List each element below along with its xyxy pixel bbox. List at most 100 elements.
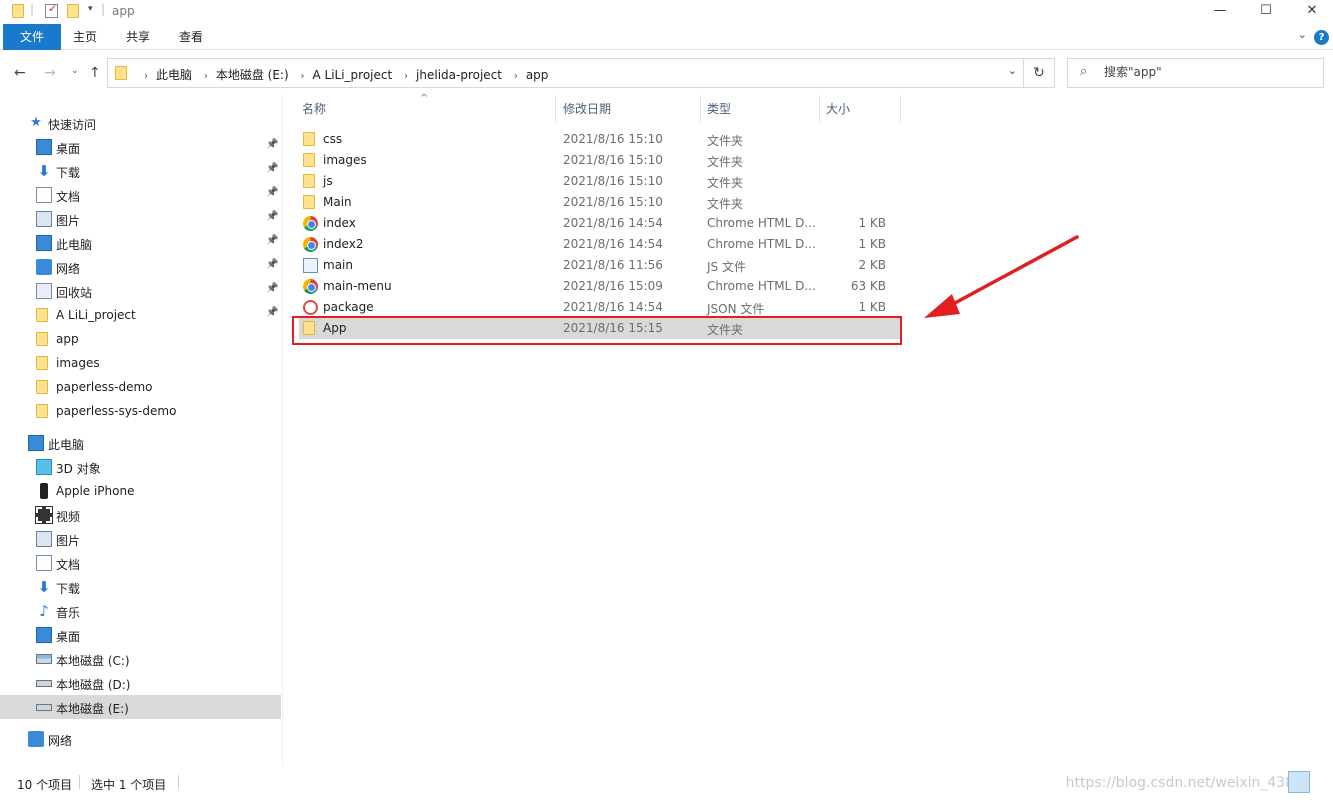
- sidebar-item-pc-0[interactable]: 3D 对象: [0, 455, 281, 479]
- download-icon: ⬇: [37, 162, 51, 180]
- address-bar[interactable]: › 此电脑 › 本地磁盘 (E:) › A LiLi_project › jhelida…: [107, 58, 1024, 88]
- sidebar-item-pc-1[interactable]: Apple iPhone: [0, 479, 281, 503]
- tab-share[interactable]: 共享: [117, 24, 159, 50]
- maximize-button[interactable]: ☐: [1243, 0, 1289, 24]
- pin-icon[interactable]: 📌: [266, 163, 278, 174]
- file-size: 1 KB: [858, 300, 886, 314]
- help-button[interactable]: ?: [1314, 30, 1329, 45]
- chrome-html-icon: [303, 279, 318, 294]
- breadcrumb-app[interactable]: app: [526, 68, 549, 82]
- column-header-size[interactable]: 大小: [820, 95, 901, 123]
- breadcrumb-drive-e[interactable]: 本地磁盘 (E:): [216, 68, 289, 82]
- file-row[interactable]: package 2021/8/16 14:54 JSON 文件 1 KB: [299, 297, 900, 318]
- sidebar-item-label: 图片: [56, 534, 81, 548]
- pin-icon[interactable]: 📌: [266, 211, 278, 222]
- divider: [178, 775, 179, 789]
- sidebar-item-quick-11[interactable]: paperless-sys-demo: [0, 399, 281, 423]
- file-date: 2021/8/16 14:54: [563, 216, 663, 230]
- file-name: main: [323, 258, 353, 272]
- new-folder-icon[interactable]: [67, 4, 79, 18]
- sidebar-item-label: 图片: [56, 214, 81, 228]
- breadcrumb-lili-project[interactable]: A LiLi_project: [312, 68, 392, 82]
- sidebar-quick-access[interactable]: ★ 快速访问: [0, 111, 281, 135]
- sidebar-item-label: paperless-sys-demo: [56, 404, 177, 418]
- folder-icon: [36, 332, 48, 346]
- file-row[interactable]: images 2021/8/16 15:10 文件夹: [299, 150, 900, 171]
- sidebar-item-quick-1[interactable]: ⬇ 下载 📌: [0, 159, 281, 183]
- sidebar-item-pc-10[interactable]: 本地磁盘 (E:): [0, 695, 281, 719]
- sidebar-item-label: 视频: [56, 510, 81, 524]
- sidebar-item-pc-3[interactable]: 图片: [0, 527, 281, 551]
- pin-icon[interactable]: 📌: [266, 259, 278, 270]
- sidebar-item-pc-5[interactable]: ⬇ 下载: [0, 575, 281, 599]
- sidebar-item-pc-2[interactable]: 视频: [0, 503, 281, 527]
- breadcrumb-this-pc[interactable]: 此电脑: [156, 68, 192, 82]
- computer-icon: [36, 235, 52, 251]
- breadcrumb-jhelida-project[interactable]: jhelida-project: [416, 68, 502, 82]
- sidebar-item-label: Apple iPhone: [56, 484, 135, 498]
- tab-file[interactable]: 文件: [3, 24, 61, 50]
- sidebar-item-quick-3[interactable]: 图片 📌: [0, 207, 281, 231]
- file-row[interactable]: Main 2021/8/16 15:10 文件夹: [299, 192, 900, 213]
- sidebar-item-pc-9[interactable]: 本地磁盘 (D:): [0, 671, 281, 695]
- sidebar-item-label: 回收站: [56, 286, 93, 300]
- column-header-type[interactable]: 类型: [701, 95, 820, 123]
- music-icon: ♪: [39, 602, 49, 620]
- sidebar-item-pc-4[interactable]: 文档: [0, 551, 281, 575]
- file-row[interactable]: main-menu 2021/8/16 15:09 Chrome HTML D...…: [299, 276, 900, 297]
- up-button[interactable]: ↑: [89, 65, 101, 81]
- properties-icon[interactable]: ✓: [45, 2, 58, 18]
- recycle-bin-icon: [36, 283, 52, 299]
- column-header-date[interactable]: 修改日期: [557, 95, 701, 123]
- sidebar-item-pc-7[interactable]: 桌面: [0, 623, 281, 647]
- search-box[interactable]: ⌕: [1067, 58, 1324, 88]
- column-header-name[interactable]: 名称: [296, 95, 556, 123]
- minimize-button[interactable]: —: [1197, 0, 1243, 24]
- tab-home[interactable]: 主页: [64, 24, 106, 50]
- sidebar-item-quick-0[interactable]: 桌面 📌: [0, 135, 281, 159]
- chevron-down-icon[interactable]: ⌄: [1008, 64, 1017, 77]
- sidebar-item-quick-9[interactable]: images: [0, 351, 281, 375]
- sidebar-item-quick-8[interactable]: app: [0, 327, 281, 351]
- sidebar-item-quick-6[interactable]: 回收站 📌: [0, 279, 281, 303]
- refresh-button[interactable]: ↻: [1024, 58, 1055, 88]
- search-input[interactable]: [1104, 65, 1314, 79]
- recent-locations-button[interactable]: ⌄: [71, 66, 79, 76]
- pin-icon[interactable]: 📌: [266, 307, 278, 318]
- expand-ribbon-icon[interactable]: ⌄: [1298, 28, 1307, 41]
- sidebar-item-pc-6[interactable]: ♪ 音乐: [0, 599, 281, 623]
- sidebar-item-label: 桌面: [56, 142, 81, 156]
- document-icon: [36, 555, 52, 571]
- customize-quick-access-icon[interactable]: ▾: [88, 4, 93, 14]
- sidebar-network[interactable]: 网络: [0, 727, 281, 751]
- pin-icon[interactable]: 📌: [266, 235, 278, 246]
- file-row[interactable]: main 2021/8/16 11:56 JS 文件 2 KB: [299, 255, 900, 276]
- tab-view[interactable]: 查看: [170, 24, 212, 50]
- file-row[interactable]: js 2021/8/16 15:10 文件夹: [299, 171, 900, 192]
- back-button[interactable]: ←: [14, 65, 26, 81]
- file-row[interactable]: css 2021/8/16 15:10 文件夹: [299, 129, 900, 150]
- file-size: 2 KB: [858, 258, 886, 272]
- pin-icon[interactable]: 📌: [266, 139, 278, 150]
- large-icons-view-button[interactable]: [1311, 771, 1333, 793]
- sidebar-item-pc-8[interactable]: 本地磁盘 (C:): [0, 647, 281, 671]
- file-row[interactable]: index2 2021/8/16 14:54 Chrome HTML D... 1 K…: [299, 234, 900, 255]
- sidebar-item-quick-7[interactable]: A LiLi_project 📌: [0, 303, 281, 327]
- sidebar-item-quick-4[interactable]: 此电脑 📌: [0, 231, 281, 255]
- sidebar-item-quick-5[interactable]: 网络 📌: [0, 255, 281, 279]
- picture-icon: [36, 531, 52, 547]
- video-icon: [35, 506, 53, 524]
- sidebar-item-quick-2[interactable]: 文档 📌: [0, 183, 281, 207]
- file-name: Main: [323, 195, 352, 209]
- chrome-html-icon: [303, 216, 318, 231]
- sidebar-this-pc[interactable]: 此电脑: [0, 431, 281, 455]
- close-button[interactable]: ✕: [1289, 0, 1333, 24]
- file-date: 2021/8/16 11:56: [563, 258, 663, 272]
- sidebar-item-quick-10[interactable]: paperless-demo: [0, 375, 281, 399]
- details-view-button[interactable]: [1288, 771, 1310, 793]
- pin-icon[interactable]: 📌: [266, 283, 278, 294]
- pin-icon[interactable]: 📌: [266, 187, 278, 198]
- file-type: Chrome HTML D...: [707, 216, 816, 230]
- file-row[interactable]: index 2021/8/16 14:54 Chrome HTML D... 1 KB: [299, 213, 900, 234]
- forward-button[interactable]: →: [44, 65, 56, 81]
